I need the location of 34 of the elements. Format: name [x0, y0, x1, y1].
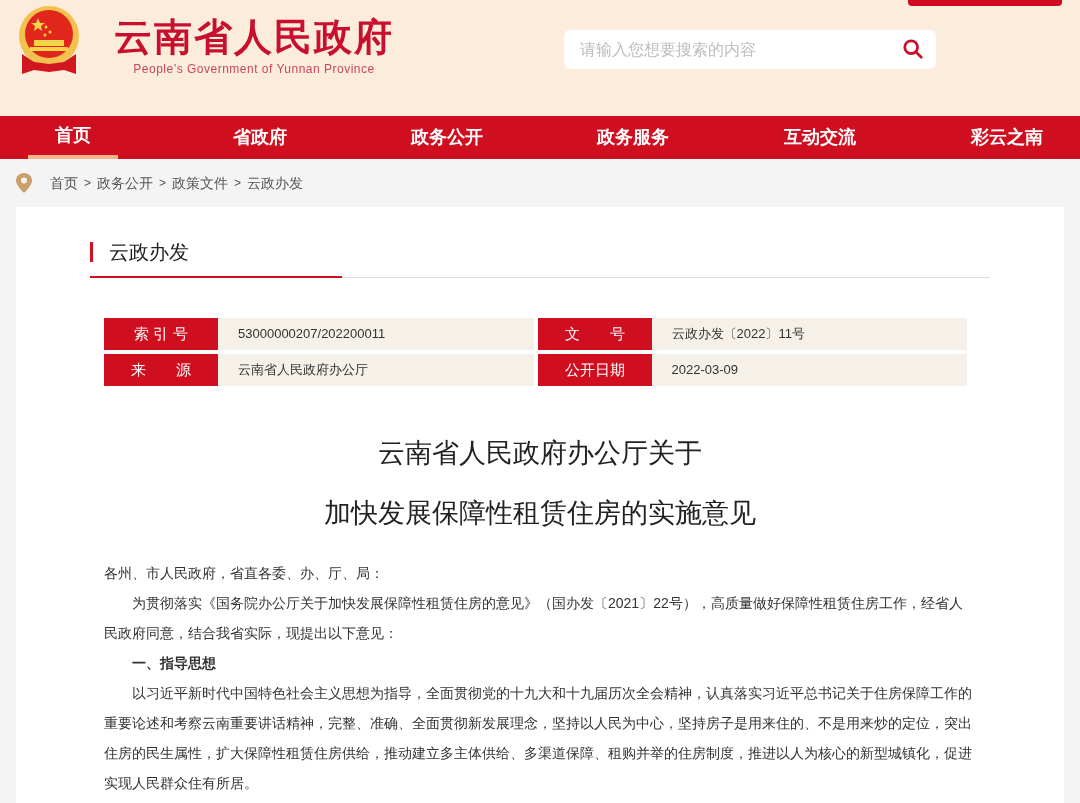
meta-value: 云南省人民政府办公厅 [237, 361, 368, 380]
paragraph: 为贯彻落实《国务院办公厅关于加快发展保障性租赁住房的意见》（国办发〔2021〕22号），高质量做好保障性租赁住房工作，经省人民政府同意，结合我省实际，现提出以下意见： [104, 594, 964, 643]
nav-item[interactable]: 政务公开 [410, 116, 483, 159]
section-heading: 一、指导思想 [131, 654, 217, 673]
nav-item[interactable]: 互动交流 [784, 116, 857, 159]
breadcrumb-link[interactable]: 首页 [50, 172, 78, 194]
article-title: 加快发展保障性租赁住房的实施意见 [324, 497, 756, 530]
nav-item[interactable]: 省政府 [232, 116, 287, 159]
search-field[interactable]: 请输入您想要搜索的内容 [564, 30, 936, 69]
meta-label: 文 号 [537, 318, 652, 350]
breadcrumb-separator: > [234, 175, 242, 192]
meta-label: 公开日期 [537, 354, 652, 386]
search-icon[interactable] [902, 38, 924, 60]
nav-item[interactable]: 彩云之南 [971, 116, 1043, 159]
breadcrumb-separator: > [159, 175, 167, 192]
section-title: 云政办发 [109, 240, 189, 265]
article-title: 云南省人民政府办公厅关于 [378, 437, 702, 470]
meta-value: 53000000207/202200011 [237, 325, 386, 344]
breadcrumb-separator: > [84, 175, 91, 192]
breadcrumb-link[interactable]: 云政办发 [247, 172, 304, 194]
nav-item[interactable]: 政务服务 [597, 116, 670, 159]
paragraph: 以习近平新时代中国特色社会主义思想为指导，全面贯彻党的十九大和十九届历次全会精神，认真落实习近平总书记关于住房保障工作的重要论述和考察云南重要讲话精神，完整、准确、全面贯彻新发展理念，坚持以人民为中心，坚持房子是用来住的、不是用来炒的定位，突出住房的民生属性，扩大保障性租赁住房供给，推动建立多主体供给、多渠道保障、租购并举的住房制度，推进以人为核心的新型城镇化，促进实现人民群众住有所居。 [104, 684, 973, 793]
paragraph: 各州、市人民政府，省直各委、办、厅、局： [104, 564, 385, 583]
site-title: 云南省人民政府 [114, 15, 394, 60]
location-pin-icon [16, 173, 32, 193]
meta-value: 云政办发〔2022〕11号 [670, 325, 805, 344]
meta-label: 索 引 号 [104, 318, 218, 350]
meta-value: 2022-03-09 [670, 361, 738, 380]
meta-label: 来 源 [104, 354, 218, 386]
breadcrumb-link[interactable]: 政务公开 [97, 172, 153, 194]
site-subtitle: People’s Government of Yunnan Province [133, 61, 375, 78]
nav-item[interactable]: 首页 [28, 116, 118, 159]
breadcrumb-link[interactable]: 政策文件 [172, 172, 229, 194]
section-marker [90, 242, 93, 262]
